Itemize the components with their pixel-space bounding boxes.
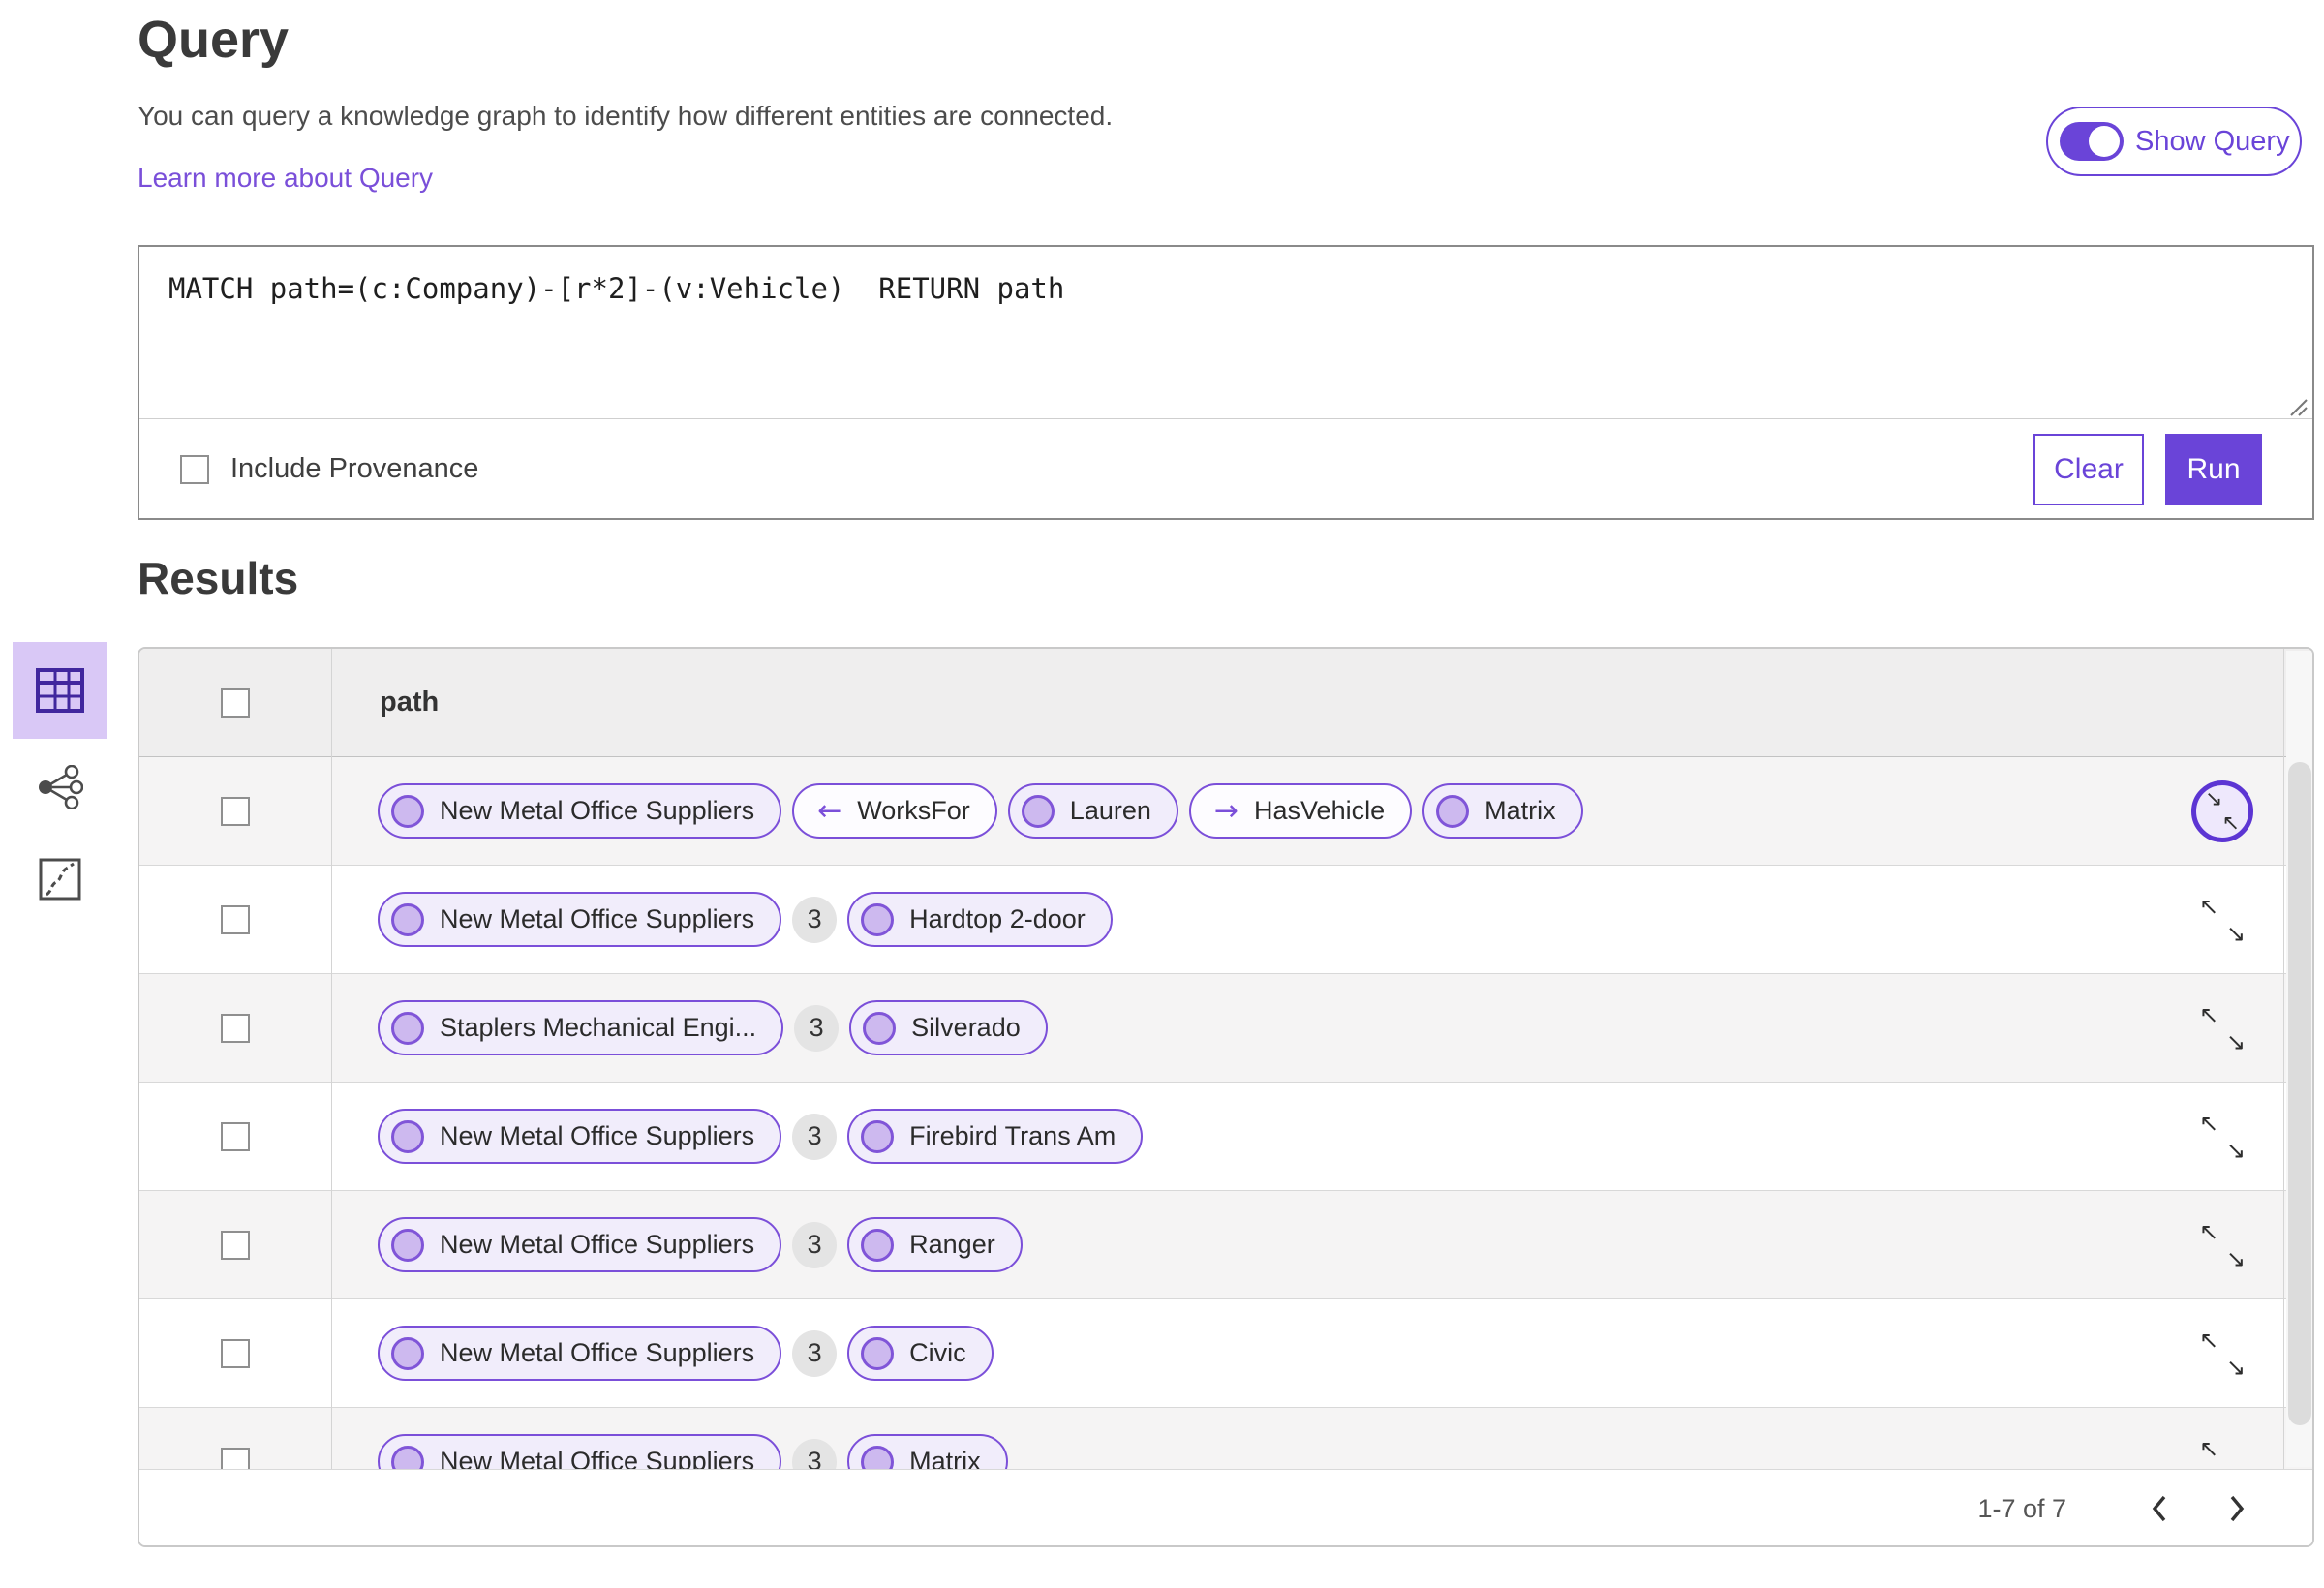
relationship-count-badge[interactable]: 3 <box>792 1221 838 1268</box>
table-row[interactable]: New Metal Office Suppliers 3 Civic ↖ ↘ <box>139 1299 2312 1408</box>
node-icon <box>1436 794 1470 828</box>
entity-pill[interactable]: Matrix <box>1422 783 1583 839</box>
expand-row-icon[interactable]: ↖↘ <box>2199 1327 2246 1381</box>
scrollbar-thumb[interactable] <box>2288 762 2311 1425</box>
node-icon <box>391 1119 424 1153</box>
entity-pill[interactable]: Firebird Trans Am <box>847 1109 1144 1164</box>
table-icon <box>35 668 84 713</box>
entity-pill[interactable]: Hardtop 2-door <box>847 892 1113 947</box>
table-row[interactable]: New Metal Office Suppliers 3 Ranger ↖ ↘ <box>139 1191 2312 1299</box>
relationship-count-badge[interactable]: 3 <box>794 1004 840 1052</box>
show-query-label: Show Query <box>2135 125 2290 157</box>
collapse-row-icon[interactable]: ↘ ↖ <box>2191 779 2253 842</box>
entity-pill[interactable]: New Metal Office Suppliers <box>378 1326 782 1381</box>
link-chart-icon <box>38 765 83 809</box>
row-checkbox[interactable] <box>221 1121 250 1151</box>
expand-row-icon[interactable]: ↖↘ <box>2199 1001 2246 1055</box>
resize-grip-icon[interactable] <box>2285 394 2309 417</box>
arrow-right-icon: → <box>1213 794 1239 828</box>
sidebar-item-link-chart-view[interactable] <box>13 739 107 836</box>
expand-row-icon[interactable]: ↖↘ <box>2199 1218 2246 1272</box>
entity-pill[interactable]: New Metal Office Suppliers <box>378 1217 782 1272</box>
node-icon <box>863 1011 897 1045</box>
query-panel: MATCH path=(c:Company)-[r*2]-(v:Vehicle)… <box>138 245 2314 520</box>
include-provenance-label: Include Provenance <box>230 453 479 484</box>
query-page: Query You can query a knowledge graph to… <box>0 0 2324 1588</box>
toggle-on-icon[interactable] <box>2060 122 2124 161</box>
table-row[interactable]: New Metal Office Suppliers 3 Hardtop 2-d… <box>139 866 2312 974</box>
page-title: Query <box>138 11 290 69</box>
scrollbar-column-divider <box>2283 649 2284 1469</box>
show-query-toggle[interactable]: Show Query <box>2046 107 2302 176</box>
table-row[interactable]: New Metal Office Suppliers 3 Firebird Tr… <box>139 1083 2312 1191</box>
node-icon <box>861 902 895 936</box>
node-icon <box>391 1228 424 1262</box>
entity-pill[interactable]: New Metal Office Suppliers <box>378 892 782 947</box>
node-icon <box>391 1336 424 1370</box>
entity-pill[interactable]: Ranger <box>847 1217 1023 1272</box>
entity-pill[interactable]: Lauren <box>1007 783 1178 839</box>
row-checkbox[interactable] <box>221 1338 250 1368</box>
relationship-count-badge[interactable]: 3 <box>792 1113 838 1160</box>
chevron-right-icon <box>2230 1495 2245 1522</box>
clear-button[interactable]: Clear <box>2034 433 2144 505</box>
node-icon <box>861 1336 895 1370</box>
expand-row-icon[interactable]: ↖↘ <box>2199 1110 2246 1164</box>
entity-pill[interactable]: New Metal Office Suppliers <box>378 783 782 839</box>
sidebar-item-map-view[interactable] <box>13 831 107 928</box>
row-checkbox[interactable] <box>221 796 250 826</box>
pagination-range: 1-7 of 7 <box>1977 1493 2066 1523</box>
row-checkbox[interactable] <box>221 1013 250 1043</box>
entity-pill[interactable]: Silverado <box>849 1000 1048 1055</box>
chevron-left-icon <box>2152 1495 2166 1522</box>
map-icon <box>39 858 80 901</box>
relationship-pill[interactable]: ← WorksFor <box>792 783 997 839</box>
next-page-button[interactable] <box>2198 1480 2276 1538</box>
table-header-row: path <box>139 649 2312 757</box>
node-icon <box>1021 794 1055 828</box>
node-icon <box>391 794 424 828</box>
table-row[interactable]: New Metal Office Suppliers ← WorksFor Lau… <box>139 757 2312 866</box>
query-input[interactable]: MATCH path=(c:Company)-[r*2]-(v:Vehicle)… <box>139 247 2312 418</box>
row-checkbox[interactable] <box>221 1230 250 1260</box>
previous-page-button[interactable] <box>2121 1480 2198 1538</box>
entity-pill[interactable]: Civic <box>847 1326 994 1381</box>
expand-row-icon[interactable]: ↖↘ <box>2199 893 2246 947</box>
table-row[interactable]: Staplers Mechanical Engi... 3 Silverado … <box>139 974 2312 1083</box>
arrow-left-icon: ← <box>817 794 842 828</box>
learn-more-link[interactable]: Learn more about Query <box>138 163 433 194</box>
results-table: path New Metal Office Suppliers ← WorksFo… <box>138 647 2314 1547</box>
query-footer: Include Provenance Clear Run <box>139 419 2312 519</box>
column-header-path: path <box>380 687 440 718</box>
sidebar-item-table-view[interactable] <box>13 642 107 739</box>
toggle-knob <box>2089 126 2120 157</box>
pagination-bar: 1-7 of 7 <box>139 1469 2312 1545</box>
entity-pill[interactable]: New Metal Office Suppliers <box>378 1109 782 1164</box>
node-icon <box>391 902 424 936</box>
page-description: You can query a knowledge graph to ident… <box>138 101 1114 131</box>
include-provenance-checkbox[interactable] <box>180 454 209 484</box>
relationship-pill[interactable]: → HasVehicle <box>1188 783 1413 839</box>
row-checkbox[interactable] <box>221 904 250 934</box>
entity-pill[interactable]: Staplers Mechanical Engi... <box>378 1000 784 1055</box>
relationship-count-badge[interactable]: 3 <box>792 896 838 943</box>
relationship-count-badge[interactable]: 3 <box>792 1329 838 1377</box>
select-all-checkbox[interactable] <box>221 687 250 718</box>
checkbox-column-divider <box>331 649 332 1469</box>
results-heading: Results <box>138 553 299 603</box>
node-icon <box>861 1228 895 1262</box>
run-button[interactable]: Run <box>2165 433 2262 505</box>
node-icon <box>391 1011 424 1045</box>
node-icon <box>861 1119 895 1153</box>
